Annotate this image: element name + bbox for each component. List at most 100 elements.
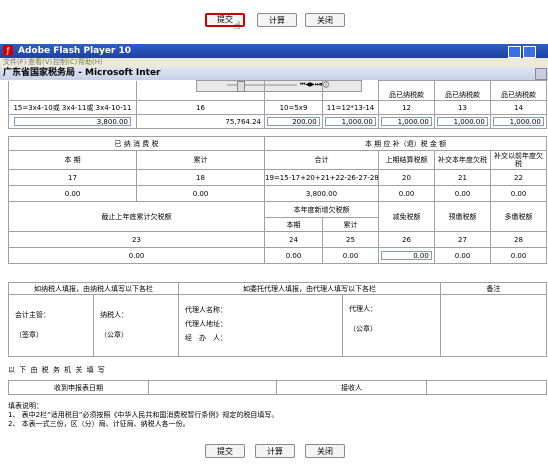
- value-cell: 0.00: [8, 247, 265, 264]
- amount-input[interactable]: 3,800.00: [14, 117, 131, 126]
- ie-titlebar: 广东省国家税务局 - Microsoft Inter: [0, 67, 548, 80]
- flash-title: Adobe Flash Player 10: [18, 46, 132, 56]
- value-cell: 0.00: [322, 247, 379, 264]
- agent-cell: 代理人： （公章）: [342, 294, 441, 357]
- receiver-cell: [426, 380, 547, 395]
- formula-cell: 11=12*13-14: [322, 100, 379, 115]
- formula-cell: 12: [378, 100, 435, 115]
- header-cell: 品已纳税款: [434, 80, 491, 101]
- supp-owed-header: 补交本年度欠税: [434, 150, 491, 170]
- minimize-icon[interactable]: [508, 46, 521, 58]
- formula-cell: 16: [136, 100, 265, 115]
- agent-label: 代理人：: [349, 305, 377, 313]
- cell: 3,800.00: [8, 114, 137, 129]
- num-cell: 17: [8, 169, 137, 186]
- amount-input[interactable]: 1,000.00: [493, 117, 544, 126]
- cum-owed-header: 截止上年底累计欠税额: [8, 201, 265, 232]
- tax-office-table: 收到申报表日期 接收人: [8, 380, 547, 395]
- value-cell: 0.00: [136, 185, 265, 202]
- cell: 0.00: [378, 247, 435, 264]
- cell: 1,000.00: [434, 114, 491, 129]
- close-button-top[interactable]: 关闭: [305, 13, 345, 27]
- paid-tax-header: 已 纳 消 费 税: [8, 136, 265, 151]
- reduce-input[interactable]: 0.00: [381, 251, 432, 260]
- close-button-bottom[interactable]: 关闭: [305, 444, 345, 458]
- taxpayer-label: 纳税人：: [100, 311, 128, 319]
- num-cell: 18: [136, 169, 265, 186]
- seal-label: （签章）: [15, 331, 43, 339]
- amount-input[interactable]: 1,000.00: [325, 117, 376, 126]
- agent-addr-label: 代理人地址：: [185, 320, 227, 328]
- handler-label: 经 办 人：: [185, 334, 227, 342]
- value-cell: 0.00: [434, 185, 491, 202]
- cell: [8, 80, 137, 101]
- maximize-icon[interactable]: [523, 46, 536, 58]
- value-cell: 0.00: [378, 185, 435, 202]
- value-cell: 0.00: [264, 247, 323, 264]
- total-header: 合计: [264, 150, 379, 170]
- value-cell: 0.00: [434, 247, 491, 264]
- num-cell: 23: [8, 231, 265, 248]
- cell: [322, 80, 379, 101]
- supp-prev-header: 补交以前年度欠税: [489, 150, 548, 170]
- agent-section-header: 如委托代理人填报，由代理人填写以下各栏: [178, 282, 441, 295]
- formula-cell: 15=3x4-10或 3x4-11或 3x4-10-11: [8, 100, 137, 115]
- header-cell: 品已纳税款: [378, 80, 435, 101]
- num-cell: 25: [322, 231, 379, 248]
- amount-input[interactable]: 200.00: [267, 117, 320, 126]
- signature-table: 如纳税人填报，由纳税人填写以下各栏 如委托代理人填报，由代理人填写以下各栏 备注…: [8, 282, 547, 357]
- menu-help[interactable]: 帮助(H): [78, 58, 103, 67]
- menu-view[interactable]: 查看(V): [28, 58, 52, 67]
- notes-line-2: 2、 本表一式三份，区（分）局、计征局、纳税人各一份。: [8, 420, 190, 428]
- num-cell: 20: [378, 169, 435, 186]
- value-cell: 0.00: [8, 185, 137, 202]
- cell: 200.00: [264, 114, 323, 129]
- cumulative2-header: 累计: [322, 217, 379, 232]
- top-table: 品已纳税款 品已纳税款 品已纳税款 15=3x4-10或 3x4-11或 3x4…: [8, 80, 547, 129]
- this-period-header: 本 期: [8, 150, 137, 170]
- num-cell: 21: [434, 169, 491, 186]
- cell: 1,000.00: [490, 114, 547, 129]
- num-cell: 28: [489, 231, 548, 248]
- value-cell: 0.00: [489, 247, 548, 264]
- official-seal-label: （公章）: [100, 331, 128, 339]
- calculate-button-bottom[interactable]: 计算: [255, 444, 295, 458]
- value-cell: 0.00: [489, 185, 548, 202]
- num-cell: 27: [434, 231, 491, 248]
- tax-table: 已 纳 消 费 税 本 期 应 补（退）税 金 额 本 期 累计 合计 上期结算…: [8, 136, 548, 264]
- menu-file[interactable]: 文件(F): [3, 58, 27, 67]
- remarks-cell: [440, 294, 547, 357]
- prev-end-tax-header: 上期结算税额: [378, 150, 435, 170]
- tax-office-caption: 以 下 由 税 务 机 关 填 写: [8, 366, 106, 374]
- amount-input[interactable]: 1,000.00: [381, 117, 432, 126]
- cell: [264, 80, 323, 101]
- flash-logo-icon: ƒ: [3, 45, 13, 56]
- amount-value: 75,764.24: [136, 114, 265, 129]
- calculate-button-top[interactable]: 计算: [257, 13, 297, 27]
- header-cell: 品已纳税款: [490, 80, 547, 101]
- menu-control[interactable]: 控制(C): [53, 58, 77, 67]
- prepaid-header: 预缴税额: [434, 201, 491, 232]
- taxpayer-cell: 纳税人： （公章）: [93, 294, 179, 357]
- formula-cell: 13: [434, 100, 491, 115]
- amount-input[interactable]: 1,000.00: [437, 117, 488, 126]
- new-owed-header: 本年度新增欠税额: [264, 201, 379, 218]
- ie-title: 广东省国家税务局 - Microsoft Inter: [3, 68, 161, 78]
- num-cell: 22: [489, 169, 548, 186]
- submit-button-bottom[interactable]: 提交: [205, 444, 245, 458]
- accountant-label: 会计主管：: [15, 311, 50, 319]
- taxpayer-section-header: 如纳税人填报，由纳税人填写以下各栏: [8, 282, 179, 295]
- date-label: 收到申报表日期: [8, 380, 149, 395]
- agent-name-label: 代理人名称：: [185, 306, 227, 314]
- due-tax-header: 本 期 应 补（退）税 金 额: [263, 136, 548, 151]
- hand-cursor-icon: ☝: [234, 19, 241, 32]
- flash-menubar: 文件(F) 查看(V) 控制(C) 帮助(H): [0, 58, 548, 67]
- ie-minimize-icon[interactable]: [535, 68, 547, 80]
- multi-header: 多缴税额: [489, 201, 548, 232]
- date-cell: [148, 380, 277, 395]
- formula-cell: 14: [490, 100, 547, 115]
- num-cell: 24: [264, 231, 323, 248]
- cell: 1,000.00: [378, 114, 435, 129]
- receiver-label: 接收人: [276, 380, 427, 395]
- num-cell: 26: [378, 231, 435, 248]
